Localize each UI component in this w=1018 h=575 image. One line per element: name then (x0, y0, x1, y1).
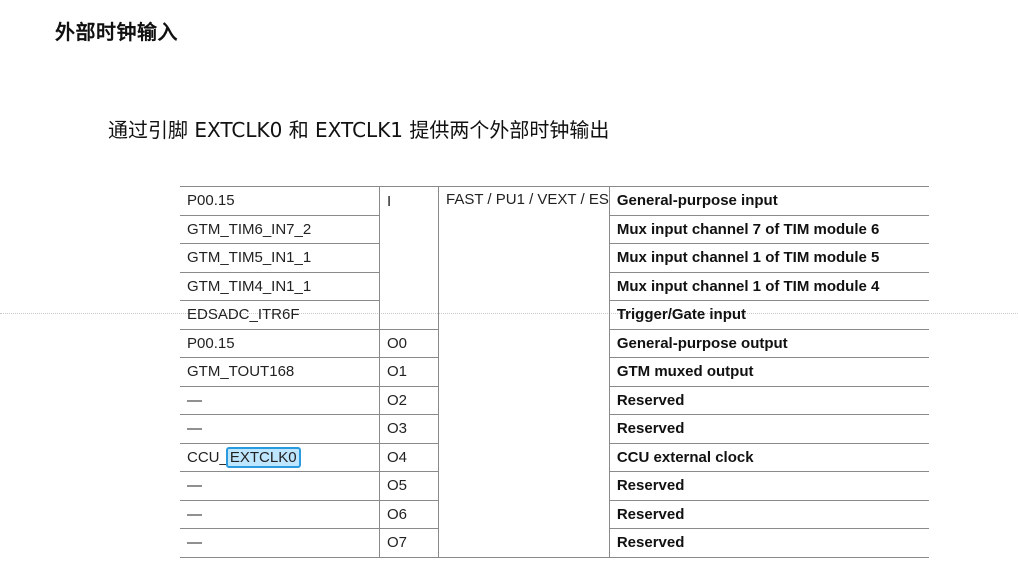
io-cell: O5 (379, 471, 439, 501)
signal-cell: P00.15 (180, 186, 380, 216)
io-cell: O6 (379, 500, 439, 529)
description-text: 通过引脚 EXTCLK0 和 EXTCLK1 提供两个外部时钟输出 (108, 118, 610, 142)
function-cell: Mux input channel 7 of TIM module 6 (609, 215, 929, 244)
signal-cell: — (180, 386, 380, 415)
signal-cell: — (180, 500, 380, 529)
signal-cell: CCU_ EXTCLK0 (180, 443, 380, 472)
function-cell: Reserved (609, 528, 929, 558)
function-cell: Mux input channel 1 of TIM module 5 (609, 243, 929, 273)
function-cell: Reserved (609, 386, 929, 415)
signal-cell: — (180, 414, 380, 444)
port-type-cell: FAST / PU1 / VEXT / ES (438, 186, 610, 558)
signal-cell: GTM_TOUT168 (180, 357, 380, 387)
io-cell (379, 272, 439, 301)
table-row: P00.15 I FAST / PU1 / VEXT / ES General-… (180, 186, 929, 558)
function-cell: General-purpose output (609, 329, 929, 358)
function-cell: CCU external clock (609, 443, 929, 472)
io-cell: I (379, 186, 439, 215)
io-cell (379, 300, 439, 330)
function-cell: Reserved (609, 471, 929, 501)
io-cell: O2 (379, 386, 439, 415)
page-title: 外部时钟输入 (55, 20, 178, 44)
signal-cell: — (180, 471, 380, 501)
io-cell (379, 215, 439, 244)
io-cell: O7 (379, 528, 439, 558)
io-cell: O3 (379, 414, 439, 444)
io-cell (379, 243, 439, 272)
pin-function-table: P00.15 I FAST / PU1 / VEXT / ES General-… (180, 186, 929, 558)
signal-cell: GTM_TIM6_IN7_2 (180, 215, 380, 244)
signal-cell: — (180, 528, 380, 558)
function-cell: Mux input channel 1 of TIM module 4 (609, 272, 929, 301)
function-cell: General-purpose input (609, 186, 929, 216)
function-cell: GTM muxed output (609, 357, 929, 387)
signal-cell: GTM_TIM5_IN1_1 (180, 243, 380, 273)
highlighted-text-selection[interactable]: EXTCLK0 (225, 446, 301, 468)
io-cell: O4 (379, 443, 439, 472)
signal-prefix: CCU_ (187, 448, 228, 466)
function-cell: Reserved (609, 414, 929, 444)
signal-cell: GTM_TIM4_IN1_1 (180, 272, 380, 301)
function-cell: Reserved (609, 500, 929, 529)
signal-cell: P00.15 (180, 329, 380, 358)
io-cell: O0 (379, 329, 439, 358)
signal-cell: EDSADC_ITR6F (180, 300, 380, 330)
io-cell: O1 (379, 357, 439, 387)
function-cell: Trigger/Gate input (609, 300, 929, 330)
